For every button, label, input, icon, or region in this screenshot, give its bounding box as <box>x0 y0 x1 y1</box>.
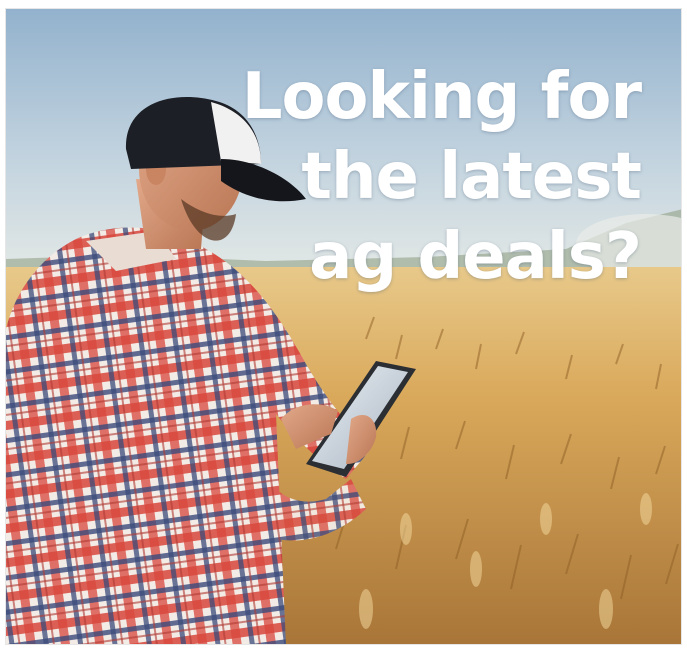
headline-line-1: Looking for <box>241 60 642 134</box>
headline-line-3: ag deals? <box>309 220 642 294</box>
headline: Looking for the latest ag deals? <box>241 57 642 297</box>
headline-line-2: the latest <box>301 140 642 214</box>
ad-photo-frame: Looking for the latest ag deals? <box>5 8 682 645</box>
